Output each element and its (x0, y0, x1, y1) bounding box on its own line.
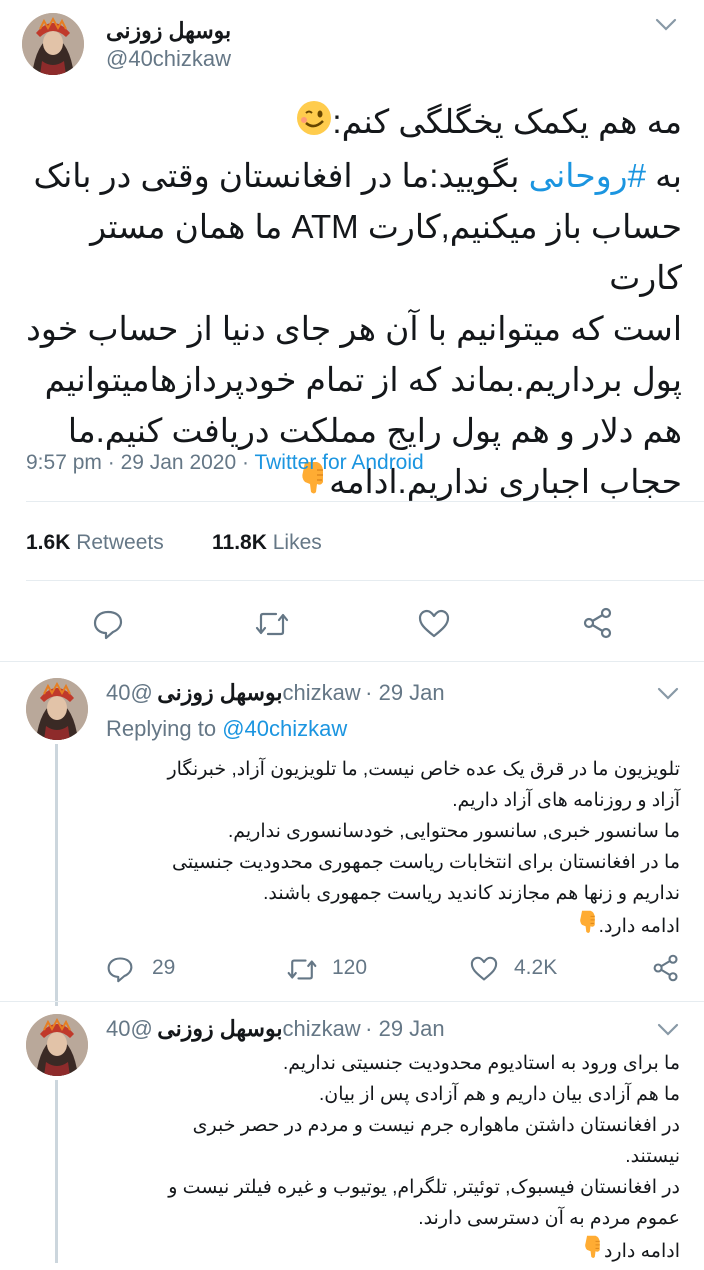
reply-icon[interactable] (106, 955, 134, 983)
reply-line: نداریم و زنها هم مجازند کاندید ریاست جمه… (263, 883, 680, 904)
avatar[interactable] (26, 678, 88, 740)
tweet-line: مه هم یکمک یخگلگی کنم: (20, 96, 682, 150)
winking-face-emoji (296, 99, 332, 150)
user-name[interactable]: بوسهل زوزنی (157, 680, 282, 705)
likes-stat[interactable]: 11.8K Likes (212, 531, 322, 555)
reply-count: 29 (152, 956, 176, 979)
tweet-date: 29 Jan 2020 (120, 451, 237, 474)
tweet-line: هم دلار و هم پول رایج مملکت دریافت کنیم.… (67, 411, 682, 449)
user-name[interactable]: بوسهل زوزنی (106, 18, 231, 44)
reply-line: ادامه دارد (104, 1234, 680, 1270)
retweets-label: Retweets (76, 531, 164, 554)
reply-line: ما سانسور خبری, سانسور محتوایی, خودسانسو… (227, 821, 680, 842)
chevron-down-icon[interactable] (657, 687, 679, 701)
reply-header: بوسهل زوزنی @40chizkaw · 29 Jan (106, 1016, 445, 1042)
reply-line: ما هم آزادی بیان داریم و هم آزادی پس از … (318, 1084, 680, 1105)
reply-line: عموم مردم به آن دسترسی دارند. (418, 1208, 680, 1229)
like-count: 4.2K (514, 956, 558, 979)
retweets-stat[interactable]: 1.6K Retweets (26, 531, 164, 555)
heart-icon[interactable] (470, 956, 498, 982)
likes-count: 11.8K (212, 531, 267, 554)
tweet-line: به #روحانی بگویید:ما در افغانستان وقتی د… (33, 156, 682, 194)
retweet-icon[interactable] (286, 957, 318, 982)
retweet-icon[interactable] (254, 610, 290, 638)
user-handle[interactable]: @40chizkaw (106, 46, 231, 72)
reply-line: در افغانستان فیسبوک, توئیتر, تلگرام, یوت… (168, 1177, 680, 1198)
user-name[interactable]: بوسهل زوزنی (157, 1016, 282, 1041)
chevron-down-icon[interactable] (657, 1023, 679, 1037)
divider (26, 580, 704, 581)
thread-line (55, 1080, 58, 1263)
pointing-down-emoji (580, 1234, 604, 1270)
reply-icon[interactable] (92, 608, 124, 640)
divider (0, 1001, 704, 1002)
tweet-line: پول برداریم.بماند که از تمام خودپردازهام… (44, 360, 682, 398)
heart-icon[interactable] (418, 609, 450, 639)
reply-line: آزاد و روزنامه های آزاد داریم. (452, 790, 680, 811)
reply-line: ما برای ورود به استادیوم محدودیت جنسیتی … (282, 1053, 680, 1074)
tweet-source[interactable]: Twitter for Android (254, 451, 423, 474)
pointing-down-emoji (575, 909, 599, 945)
replying-to-link[interactable]: @40chizkaw (222, 716, 347, 741)
reply-date: · 29 Jan (365, 680, 445, 705)
hashtag-link[interactable]: #روحانی (529, 157, 646, 194)
tweet-time: 9:57 pm (26, 451, 102, 474)
tweet-line: حساب باز میکنیم,کارت ATM ما همان مستر کا… (90, 207, 682, 296)
reply-line: نیستند. (625, 1146, 680, 1167)
thread-line (55, 744, 58, 1006)
share-icon[interactable] (582, 607, 614, 639)
avatar[interactable] (22, 13, 84, 75)
reply-line: تلویزیون ما در قرق یک عده خاص نیست, ما ت… (167, 759, 680, 780)
share-icon[interactable] (652, 954, 680, 982)
reply-text: ما برای ورود به استادیوم محدودیت جنسیتی … (104, 1048, 680, 1270)
tweet-line: است که میتوانیم با آن هر جای دنیا از حسا… (26, 309, 682, 347)
divider (0, 661, 704, 662)
likes-label: Likes (272, 531, 322, 554)
divider (26, 501, 704, 502)
tweet-meta: 9:57 pm · 29 Jan 2020 · Twitter for Andr… (26, 451, 424, 474)
reply-line: ادامه دارد. (104, 909, 680, 945)
replying-to: Replying to @40chizkaw (106, 716, 348, 741)
retweet-count: 120 (332, 956, 368, 979)
reply-date: · 29 Jan (365, 1016, 445, 1041)
retweets-count: 1.6K (26, 531, 71, 554)
tweet-text: مه هم یکمک یخگلگی کنم: به #روحانی بگویید… (20, 96, 682, 510)
reply-line: در افغانستان داشتن ماهواره جرم نیست و مر… (192, 1115, 680, 1136)
reply-header: بوسهل زوزنی @40chizkaw · 29 Jan (106, 680, 445, 706)
chevron-down-icon[interactable] (655, 18, 677, 32)
avatar[interactable] (26, 1014, 88, 1076)
reply-text: تلویزیون ما در قرق یک عده خاص نیست, ما ت… (104, 754, 680, 945)
reply-line: ما در افغانستان برای انتخابات ریاست جمهو… (171, 852, 680, 873)
